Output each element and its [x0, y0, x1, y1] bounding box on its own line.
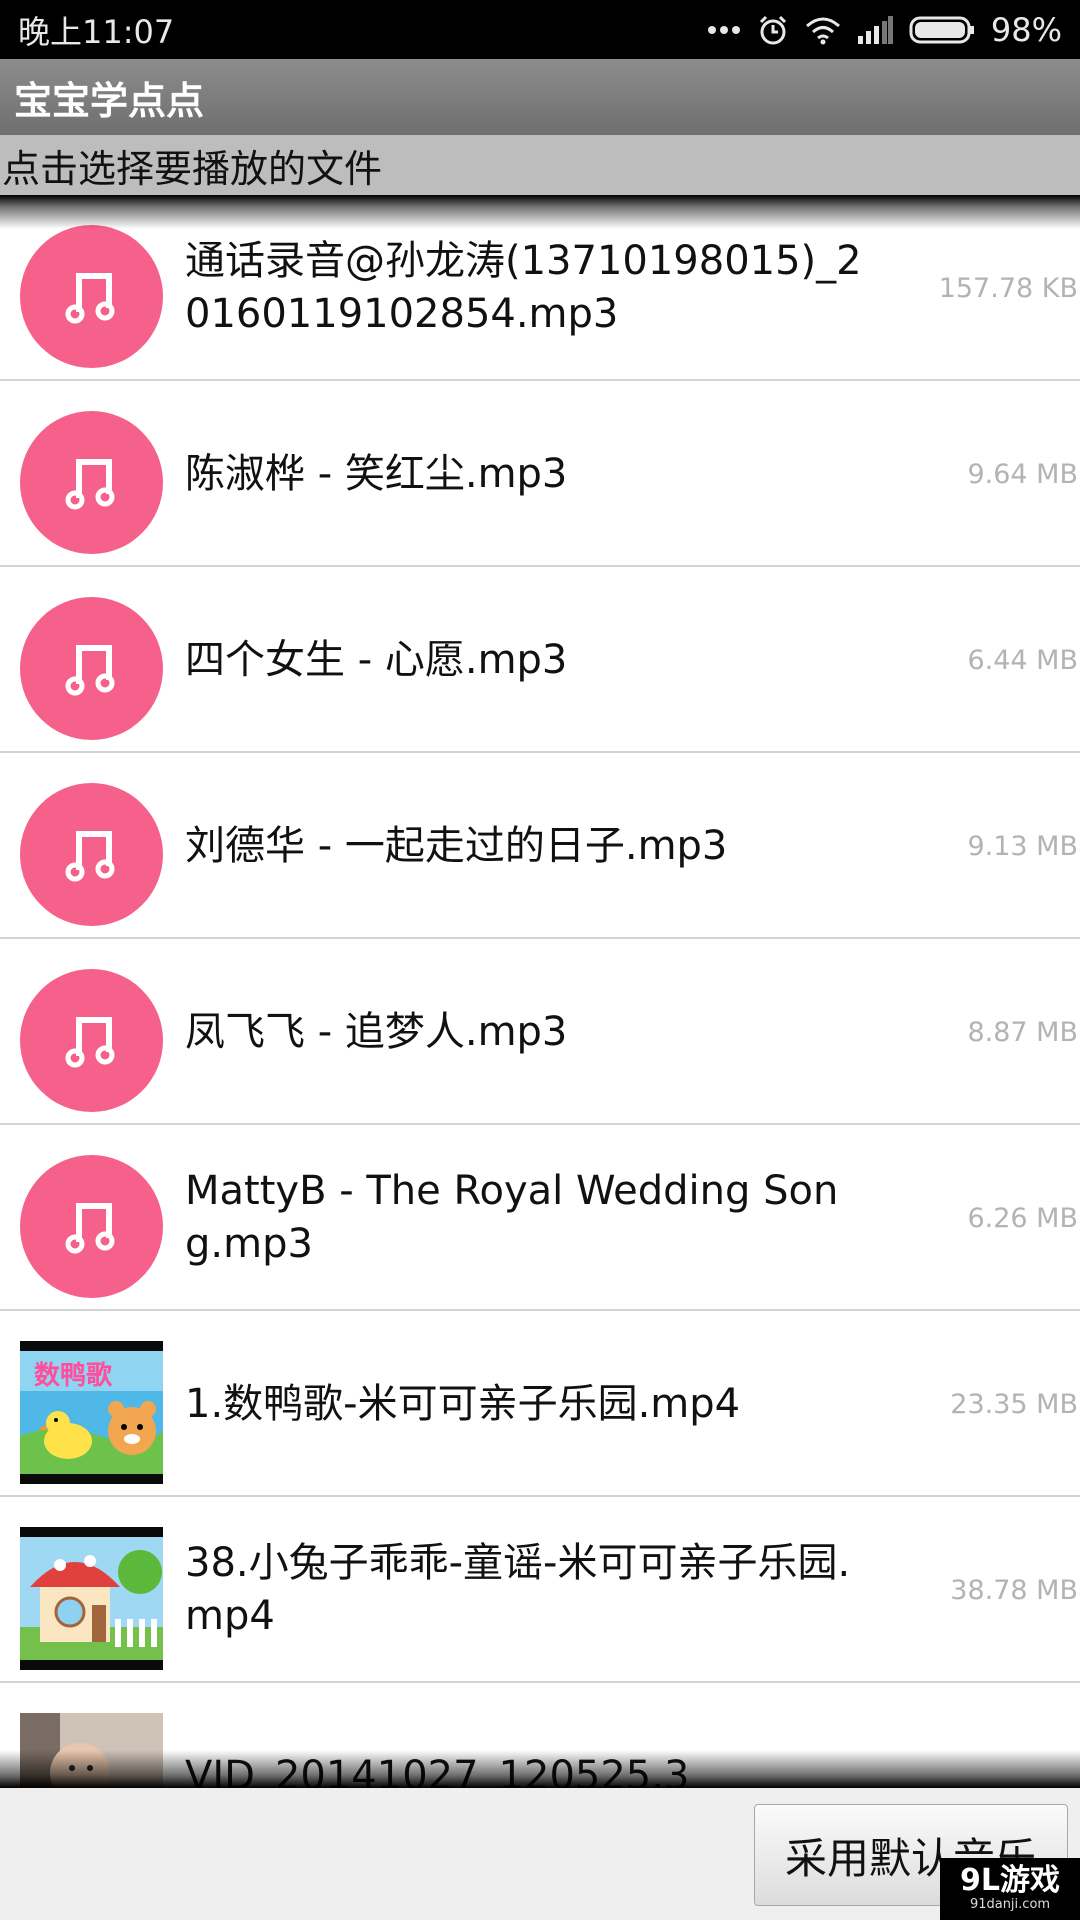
- battery-percent: 98%: [990, 10, 1062, 49]
- status-time: 晚上11:07: [18, 12, 175, 51]
- alarm-icon: [757, 14, 789, 46]
- file-size: 9.64 MB: [967, 458, 1078, 490]
- app-bar: 宝宝学点点: [0, 59, 1080, 135]
- signal-icon: [857, 15, 893, 44]
- file-name: VID_20141027_120525.3: [185, 1752, 690, 1789]
- file-name: 通话录音@孙龙涛(13710198015)_20160119102854.mp3: [185, 238, 862, 337]
- file-thumbnail: [20, 1713, 163, 1788]
- file-size: 6.44 MB: [967, 644, 1078, 676]
- music-icon: [20, 597, 163, 740]
- file-thumbnail: [20, 225, 163, 368]
- file-size: 157.78 KB: [938, 272, 1078, 304]
- file-name: 1.数鸭歌-米可可亲子乐园.mp4: [185, 1380, 741, 1427]
- file-row[interactable]: 四个女生 - 心愿.mp3 6.44 MB: [0, 567, 1080, 753]
- file-thumbnail: [20, 411, 163, 554]
- file-thumbnail: [20, 1527, 163, 1670]
- more-dots-icon: [707, 25, 741, 35]
- file-thumbnail: [20, 1155, 163, 1298]
- video-thumbnail-caption: 数鸭歌: [34, 1361, 113, 1391]
- music-icon: [20, 225, 163, 368]
- music-icon: [20, 1155, 163, 1298]
- file-row[interactable]: MattyB - The Royal Wedding Song.mp3 6.26…: [0, 1125, 1080, 1311]
- file-name: MattyB - The Royal Wedding Song.mp3: [185, 1168, 839, 1267]
- music-icon: [20, 411, 163, 554]
- file-size: 6.26 MB: [967, 1202, 1078, 1234]
- file-name: 四个女生 - 心愿.mp3: [185, 636, 568, 683]
- file-thumbnail: 数鸭歌: [20, 1341, 163, 1484]
- file-row[interactable]: 凤飞飞 - 追梦人.mp3 8.87 MB: [0, 939, 1080, 1125]
- file-name: 38.小兔子乖乖-童谣-米可可亲子乐园.mp4: [185, 1540, 851, 1639]
- music-icon: [20, 783, 163, 926]
- file-size: 23.35 MB: [950, 1388, 1078, 1420]
- battery-icon: [909, 16, 975, 44]
- file-size: 38.78 MB: [950, 1574, 1078, 1606]
- file-thumbnail: [20, 597, 163, 740]
- music-icon: [20, 969, 163, 1112]
- file-name: 陈淑桦 - 笑红尘.mp3: [185, 450, 568, 497]
- file-size: 9.13 MB: [967, 830, 1078, 862]
- file-size: 8.87 MB: [967, 1016, 1078, 1048]
- watermark-main: 9L游戏: [960, 1863, 1060, 1898]
- file-row[interactable]: 陈淑桦 - 笑红尘.mp3 9.64 MB: [0, 381, 1080, 567]
- footer-bar: 采用默认音乐: [0, 1788, 1080, 1920]
- file-row[interactable]: 数鸭歌 1.数鸭歌-米可可亲子乐园.mp4 23.35 MB: [0, 1311, 1080, 1497]
- file-thumbnail: [20, 969, 163, 1112]
- wifi-icon: [805, 15, 841, 45]
- video-thumbnail: [20, 1527, 163, 1670]
- file-list[interactable]: 通话录音@孙龙涛(13710198015)_20160119102854.mp3…: [0, 195, 1080, 1788]
- instruction-header: 点击选择要播放的文件: [0, 135, 1080, 195]
- file-thumbnail: [20, 783, 163, 926]
- file-row[interactable]: 38.小兔子乖乖-童谣-米可可亲子乐园.mp4 38.78 MB: [0, 1497, 1080, 1683]
- file-name: 刘德华 - 一起走过的日子.mp3: [185, 822, 728, 869]
- file-name: 凤飞飞 - 追梦人.mp3: [185, 1008, 568, 1055]
- status-bar: 晚上11:07 98%: [0, 0, 1080, 59]
- video-thumbnail: 数鸭歌: [20, 1341, 163, 1484]
- status-icons: 98%: [707, 11, 1080, 49]
- file-size: [880, 1683, 1080, 1788]
- video-thumbnail: [20, 1713, 163, 1788]
- file-row[interactable]: VID_20141027_120525.3: [0, 1683, 1080, 1788]
- file-row[interactable]: 刘德华 - 一起走过的日子.mp3 9.13 MB: [0, 753, 1080, 939]
- instruction-text: 点击选择要播放的文件: [2, 146, 383, 191]
- watermark-sub: 91danji.com: [969, 1897, 1051, 1912]
- watermark-logo: 9L游戏 91danji.com: [940, 1858, 1080, 1920]
- file-row[interactable]: 通话录音@孙龙涛(13710198015)_20160119102854.mp3…: [0, 195, 1080, 381]
- app-title: 宝宝学点点: [14, 78, 205, 123]
